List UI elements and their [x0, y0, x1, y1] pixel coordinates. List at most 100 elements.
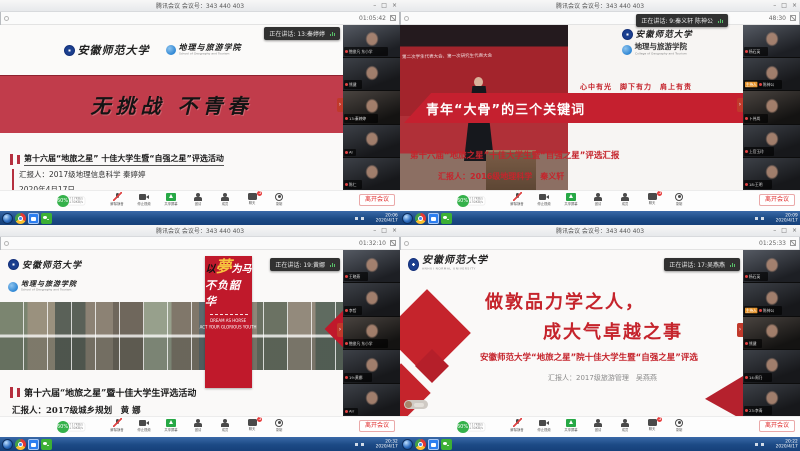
- toolbar-button[interactable]: 邀请: [188, 193, 208, 210]
- participant-video-tile[interactable]: 熊健: [743, 317, 800, 349]
- toolbar-button[interactable]: 录制: [269, 419, 289, 436]
- toolbar-button[interactable]: 3 聊天: [642, 419, 662, 435]
- meeting-info-icon[interactable]: [404, 241, 409, 246]
- wechat-icon[interactable]: [41, 213, 52, 224]
- tencent-meeting-icon[interactable]: [28, 213, 39, 224]
- participant-video-tile[interactable]: 23:李青: [743, 384, 800, 416]
- toolbar-button[interactable]: 停止视频: [534, 193, 554, 210]
- wechat-icon[interactable]: [441, 213, 452, 224]
- window-titlebar[interactable]: 腾讯会议 会议号：343 440 403 – □ ×: [0, 0, 400, 12]
- chat-preview-pill[interactable]: [404, 400, 428, 409]
- chrome-icon[interactable]: [415, 213, 426, 224]
- tencent-meeting-icon[interactable]: [428, 213, 439, 224]
- toolbar-button[interactable]: 共享屏幕: [561, 193, 581, 210]
- close-button[interactable]: ×: [392, 2, 397, 9]
- leave-meeting-button[interactable]: 离开会议: [759, 420, 795, 432]
- toolbar-button[interactable]: 录制: [269, 193, 289, 210]
- meeting-info-icon[interactable]: [4, 16, 9, 21]
- tray-icon[interactable]: [361, 443, 364, 446]
- tray-icon[interactable]: [755, 443, 758, 446]
- participant-video-tile[interactable]: 李哲: [343, 283, 400, 315]
- network-status[interactable]: 60% ↑17KB/s ↓30KB/s: [57, 419, 101, 435]
- maximize-button[interactable]: □: [381, 2, 387, 9]
- strip-collapse-handle[interactable]: ›: [337, 98, 343, 112]
- strip-collapse-handle[interactable]: ›: [337, 323, 343, 337]
- maximize-button[interactable]: □: [781, 227, 787, 234]
- toolbar-button[interactable]: 共享屏幕: [161, 419, 181, 436]
- tray-icon[interactable]: [355, 217, 358, 220]
- fullscreen-icon[interactable]: [790, 15, 796, 21]
- fullscreen-icon[interactable]: [390, 240, 396, 246]
- participant-video-tile[interactable]: 主持人 陈神公: [743, 58, 800, 90]
- toolbar-button[interactable]: 3 聊天: [642, 193, 662, 209]
- start-button[interactable]: [402, 213, 413, 224]
- participant-video-tile[interactable]: 18:王明: [743, 158, 800, 190]
- meeting-info-icon[interactable]: [4, 241, 9, 246]
- network-status[interactable]: 60% ↑17KB/s ↓30KB/s: [57, 193, 101, 209]
- maximize-button[interactable]: □: [781, 2, 787, 9]
- toolbar-button[interactable]: 共享屏幕: [161, 193, 181, 210]
- strip-collapse-handle[interactable]: ›: [737, 323, 743, 337]
- toolbar-button[interactable]: 解除静音: [507, 193, 527, 210]
- participant-video-tile[interactable]: 陈仁: [343, 158, 400, 190]
- toolbar-button[interactable]: 解除静音: [107, 193, 127, 210]
- start-button[interactable]: [2, 213, 13, 224]
- toolbar-button[interactable]: 解除静音: [507, 419, 527, 436]
- meeting-info-icon[interactable]: [404, 16, 409, 21]
- maximize-button[interactable]: □: [381, 227, 387, 234]
- start-button[interactable]: [402, 439, 413, 450]
- wechat-icon[interactable]: [441, 439, 452, 450]
- participant-video-tile[interactable]: 鲍俊凡 东小学: [343, 25, 400, 57]
- minimize-button[interactable]: –: [773, 2, 776, 9]
- tray-icon[interactable]: [761, 443, 764, 446]
- toolbar-button[interactable]: 录制: [669, 193, 689, 210]
- minimize-button[interactable]: –: [773, 227, 776, 234]
- window-titlebar[interactable]: 腾讯会议 会议号：343 440 403 – □ ×: [400, 0, 800, 12]
- minimize-button[interactable]: –: [373, 227, 376, 234]
- close-button[interactable]: ×: [392, 227, 397, 234]
- participant-video-tile[interactable]: 19:黄娜: [343, 350, 400, 382]
- participant-video-tile[interactable]: AI: [343, 125, 400, 157]
- minimize-button[interactable]: –: [373, 2, 376, 9]
- tencent-meeting-icon[interactable]: [428, 439, 439, 450]
- participant-video-tile[interactable]: 卜伟岚: [743, 91, 800, 123]
- participant-video-tile[interactable]: 主持人 陈神公: [743, 283, 800, 315]
- participant-video-tile[interactable]: 杨石英: [743, 250, 800, 282]
- chrome-icon[interactable]: [15, 439, 26, 450]
- network-status[interactable]: 60% ↑17KB/s ↓30KB/s: [457, 419, 501, 435]
- leave-meeting-button[interactable]: 离开会议: [359, 194, 395, 206]
- toolbar-button[interactable]: 成员: [615, 193, 635, 210]
- start-button[interactable]: [2, 439, 13, 450]
- tray-icon[interactable]: [755, 217, 758, 220]
- toolbar-button[interactable]: 邀请: [188, 419, 208, 436]
- participant-video-tile[interactable]: 鲍俊凡 东小学: [343, 317, 400, 349]
- participant-video-tile[interactable]: 上官玉玲: [743, 125, 800, 157]
- toolbar-button[interactable]: 停止视频: [134, 419, 154, 436]
- wechat-icon[interactable]: [41, 439, 52, 450]
- toolbar-button[interactable]: 解除静音: [107, 419, 127, 436]
- toolbar-button[interactable]: 共享屏幕: [561, 419, 581, 436]
- chrome-icon[interactable]: [15, 213, 26, 224]
- fullscreen-icon[interactable]: [790, 240, 796, 246]
- fullscreen-icon[interactable]: [390, 15, 396, 21]
- chrome-icon[interactable]: [415, 439, 426, 450]
- leave-meeting-button[interactable]: 离开会议: [759, 194, 795, 206]
- tray-icon[interactable]: [361, 217, 364, 220]
- leave-meeting-button[interactable]: 离开会议: [359, 420, 395, 432]
- toolbar-button[interactable]: 3 聊天: [242, 193, 262, 209]
- network-status[interactable]: 60% ↑17KB/s ↓30KB/s: [457, 193, 501, 209]
- participant-video-tile[interactable]: 13:秦婷婷: [343, 91, 400, 123]
- tray-icon[interactable]: [355, 443, 358, 446]
- participant-video-tile[interactable]: Air: [343, 384, 400, 416]
- toolbar-button[interactable]: 录制: [669, 419, 689, 436]
- strip-collapse-handle[interactable]: ›: [737, 98, 743, 112]
- window-titlebar[interactable]: 腾讯会议 会议号：343 440 403 – □ ×: [400, 225, 800, 237]
- toolbar-button[interactable]: 成员: [215, 419, 235, 436]
- participant-video-tile[interactable]: 王晓燕: [343, 250, 400, 282]
- toolbar-button[interactable]: 成员: [615, 419, 635, 436]
- participant-video-tile[interactable]: 杨石英: [743, 25, 800, 57]
- toolbar-button[interactable]: 邀请: [588, 193, 608, 210]
- toolbar-button[interactable]: 成员: [215, 193, 235, 210]
- toolbar-button[interactable]: 停止视频: [134, 193, 154, 210]
- participant-video-tile[interactable]: 14:周乃: [743, 350, 800, 382]
